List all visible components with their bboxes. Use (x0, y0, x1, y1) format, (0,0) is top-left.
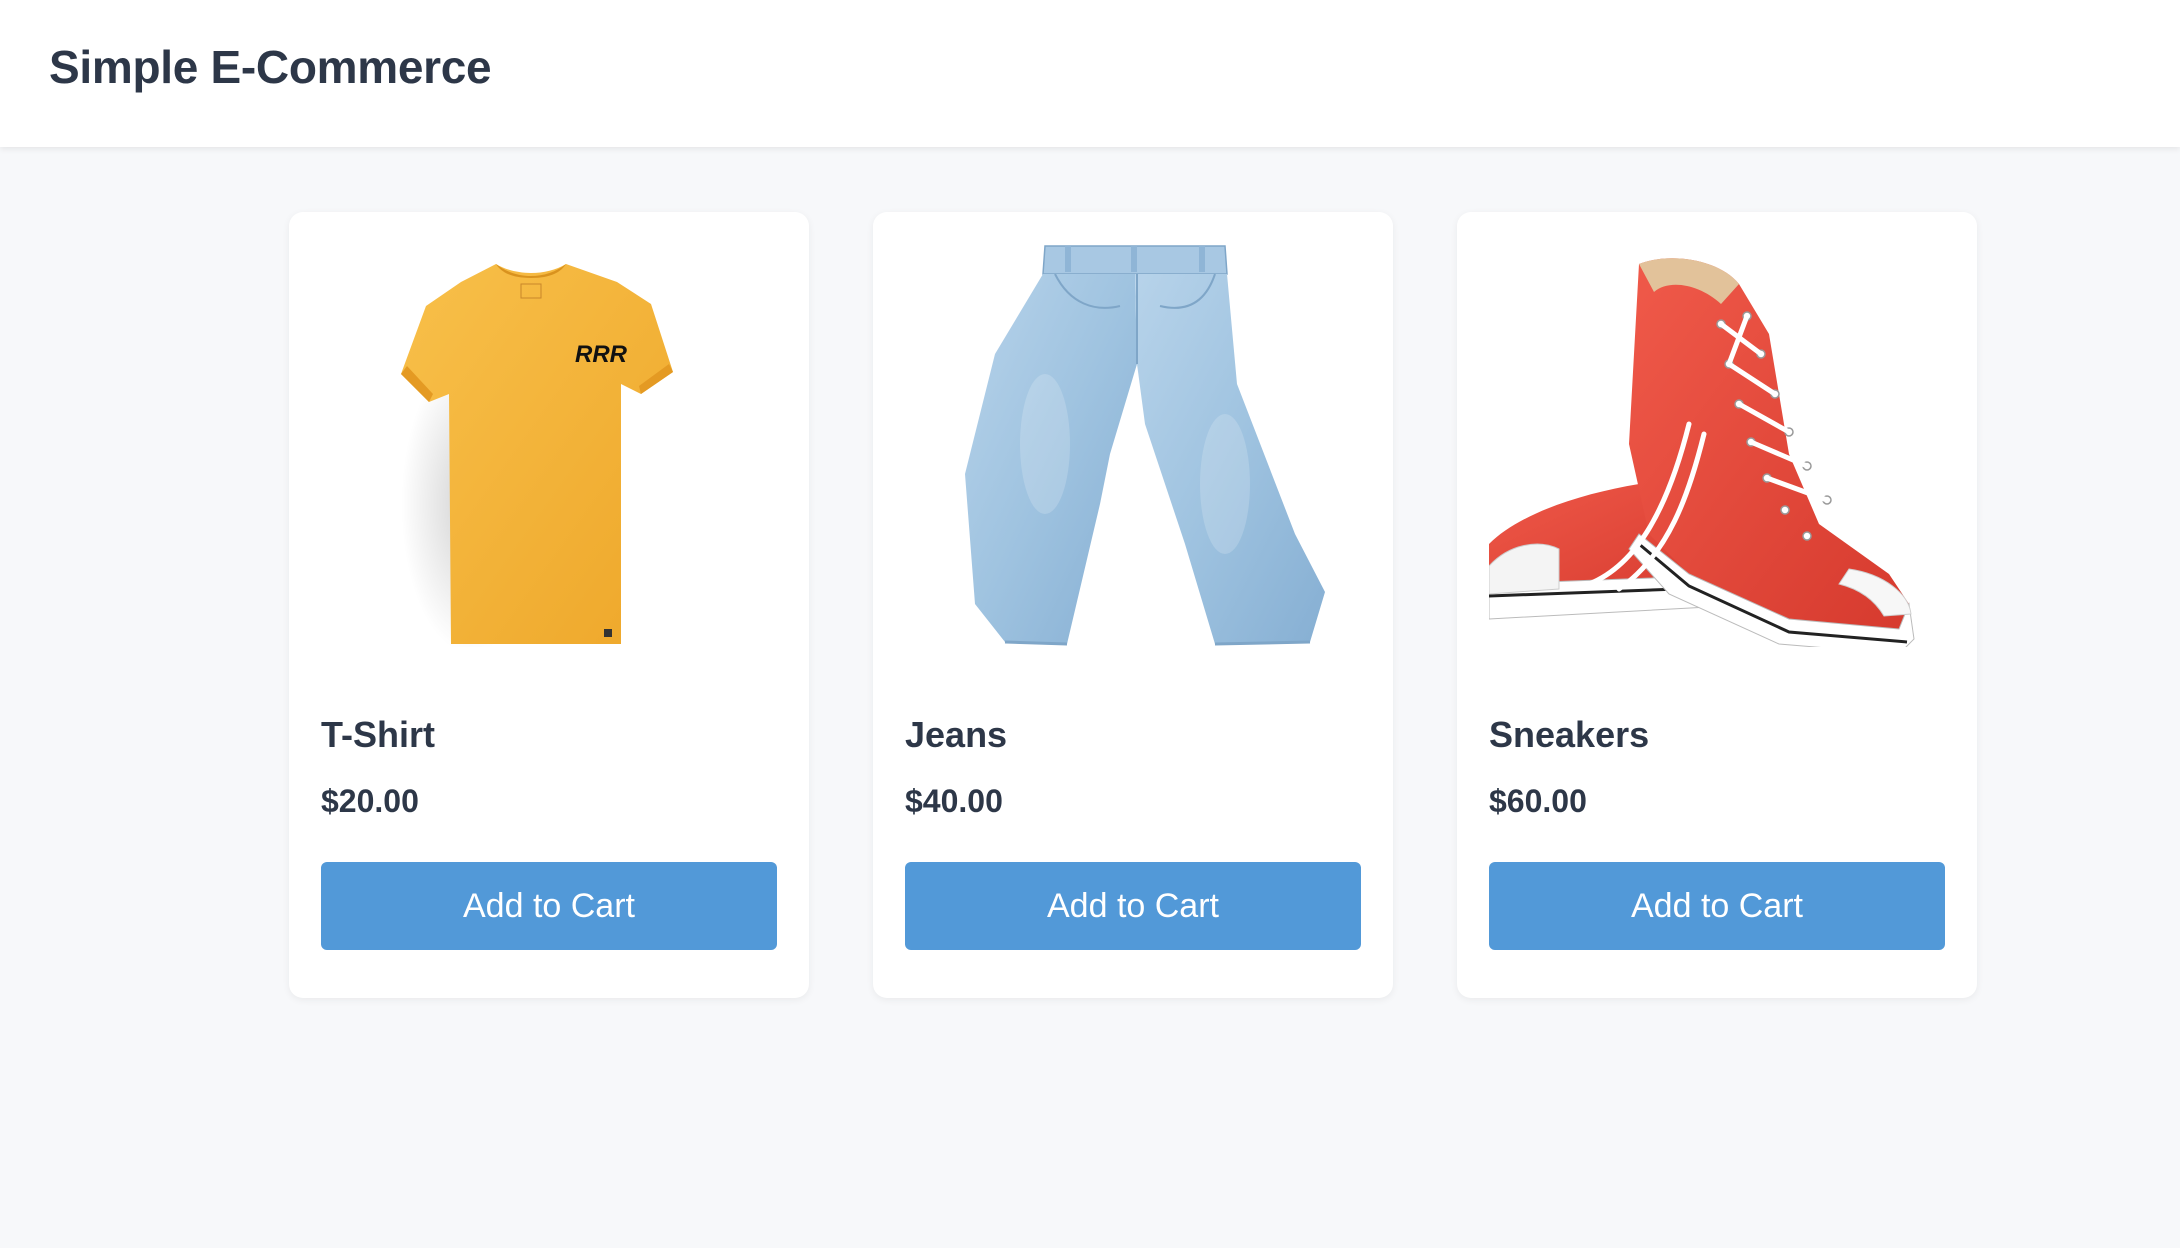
product-card-sneakers: Sneakers $60.00 Add to Cart (1457, 212, 1977, 998)
product-price: $60.00 (1489, 783, 1587, 819)
site-title: Simple E-Commerce (49, 41, 492, 93)
product-name: T-Shirt (321, 714, 435, 755)
jeans-image (905, 244, 1361, 647)
product-price: $20.00 (321, 783, 419, 819)
t-shirt-image: RRR (321, 244, 777, 647)
add-to-cart-button[interactable]: Add to Cart (1489, 862, 1945, 950)
svg-text:RRR: RRR (575, 341, 628, 368)
product-price: $40.00 (905, 783, 1003, 819)
product-name: Sneakers (1489, 714, 1650, 755)
add-to-cart-button[interactable]: Add to Cart (905, 862, 1361, 950)
add-to-cart-button[interactable]: Add to Cart (321, 862, 777, 950)
product-name: Jeans (905, 714, 1008, 755)
sneakers-image (1489, 244, 1945, 647)
site-header: Simple E-Commerce (0, 0, 2180, 147)
product-card-jeans: Jeans $40.00 Add to Cart (873, 212, 1393, 998)
product-card-t-shirt: RRR T-Shirt $20.00 Add to Cart (289, 212, 809, 998)
